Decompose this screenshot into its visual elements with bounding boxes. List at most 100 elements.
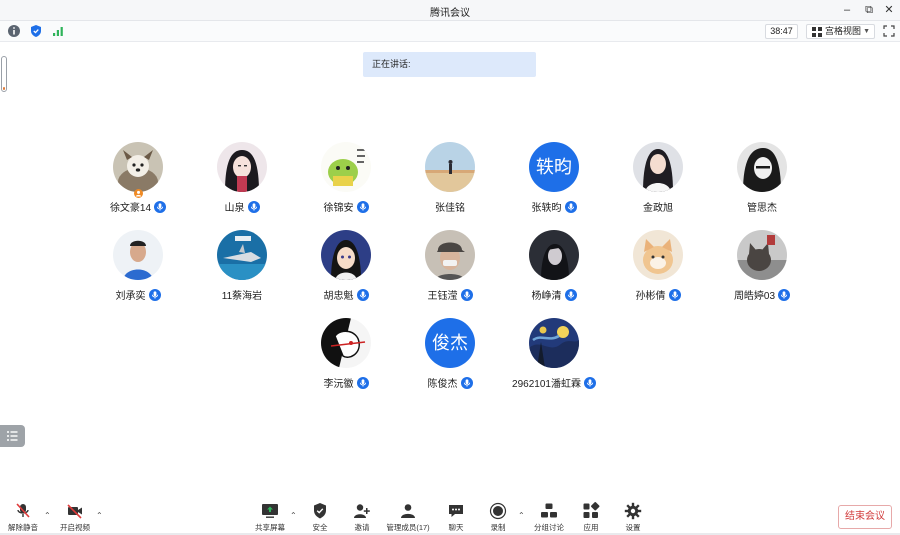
participant-name: 徐文豪14 [86, 199, 190, 214]
avatar [425, 142, 475, 192]
mic-icon [564, 201, 577, 213]
end-meeting-button[interactable]: 结束会议 [838, 505, 892, 529]
participant-tile[interactable]: 俊杰 陈俊杰 [398, 318, 502, 398]
settings-label: 设置 [625, 523, 641, 532]
participant-name: 11蔡海岩 [190, 287, 294, 302]
mic-icon [356, 289, 369, 301]
participant-tile[interactable]: 王钰滢 [398, 230, 502, 310]
settings-button[interactable]: 设置 [619, 502, 647, 534]
start-video-button[interactable]: 开启视频 [56, 502, 94, 534]
avatar [321, 230, 371, 280]
participant-tile[interactable]: 金政旭 [606, 142, 710, 222]
avatar [321, 318, 371, 368]
info-icon[interactable] [7, 24, 21, 38]
mic-icon [583, 377, 596, 389]
invite-button[interactable]: 邀请 [348, 502, 376, 534]
share-screen-button[interactable]: 共享屏幕 [252, 502, 288, 534]
avatar [529, 230, 579, 280]
mic-icon [778, 289, 791, 301]
bottom-toolbar: 解除静音 ⌃ 开启视频 ⌃ 共享屏幕 ⌃ 安全 邀请 管理成员(17) 聊天 录… [0, 498, 900, 535]
participant-name-text: 徐锦安 [323, 203, 354, 214]
participant-name: 王钰滢 [398, 287, 502, 302]
participant-tile[interactable]: 李沅徽 [294, 318, 398, 398]
mic-icon [356, 377, 369, 389]
participant-name-text: 徐文豪14 [109, 203, 152, 214]
security-button[interactable]: 安全 [306, 502, 334, 534]
close-button[interactable]: ✕ [880, 2, 898, 18]
participant-name: 杨峥清 [502, 287, 606, 302]
participant-tile[interactable]: 山泉 [190, 142, 294, 222]
video-off-icon [67, 504, 82, 519]
meeting-timer: 38:47 [765, 24, 798, 39]
mic-muted-icon [16, 503, 30, 518]
share-screen-icon [262, 504, 278, 518]
participant-tile[interactable]: 张佳铭 [398, 142, 502, 222]
apps-button[interactable]: 应用 [577, 502, 605, 534]
participant-name: 张佳铭 [398, 199, 502, 214]
grid-icon [812, 27, 822, 37]
mic-icon [247, 201, 260, 213]
avatar [633, 230, 683, 280]
participant-name-text: 张佳铭 [435, 203, 465, 214]
breakout-label: 分组讨论 [534, 523, 564, 532]
participant-name-text: 2962101潘虹霖 [512, 379, 581, 390]
avatar [737, 230, 787, 280]
record-label: 录制 [490, 523, 506, 532]
mic-icon [148, 289, 161, 301]
signal-icon[interactable] [51, 24, 65, 38]
meeting-window: 腾讯会议 – ⧉ ✕ 38:47 宫格视图 ▼ 正在讲话: 徐文豪14 山泉 徐… [0, 0, 900, 535]
record-button[interactable]: 录制 [484, 502, 512, 534]
invite-label: 邀请 [354, 523, 370, 532]
participant-tile[interactable]: 管思杰 [710, 142, 814, 222]
avatar [321, 142, 371, 192]
unmute-button[interactable]: 解除静音 [4, 502, 42, 534]
window-title: 腾讯会议 [430, 8, 470, 19]
avatar [113, 230, 163, 280]
participant-name: 周皓婷03 [710, 287, 814, 302]
minimize-button[interactable]: – [838, 2, 856, 18]
participant-name-text: 李沅徽 [323, 379, 354, 390]
mic-icon [460, 377, 473, 389]
mic-icon [564, 289, 577, 301]
side-list-button[interactable] [0, 425, 25, 447]
share-label: 共享屏幕 [255, 523, 285, 532]
participant-name: 孙彬倩 [606, 287, 710, 302]
record-icon [489, 502, 507, 520]
participant-tile[interactable]: 2962101潘虹霖 [502, 318, 606, 398]
participant-tile[interactable]: 刘承奕 [86, 230, 190, 310]
chevron-up-icon[interactable]: ⌃ [518, 512, 526, 520]
participant-tile[interactable]: 胡忠魁 [294, 230, 398, 310]
participant-tile[interactable]: 周皓婷03 [710, 230, 814, 310]
participant-tile[interactable]: 轶昀 张轶昀 [502, 142, 606, 222]
apps-icon [583, 502, 600, 518]
speaking-indicator: 正在讲话: [363, 52, 536, 77]
participant-tile[interactable]: 孙彬倩 [606, 230, 710, 310]
view-mode-label: 宫格视图 [825, 26, 862, 36]
participant-tile[interactable]: 杨峥清 [502, 230, 606, 310]
participant-name: 山泉 [190, 199, 294, 214]
participant-tile[interactable]: 11蔡海岩 [190, 230, 294, 310]
chevron-up-icon[interactable]: ⌃ [96, 512, 104, 520]
host-icon [134, 185, 143, 198]
participant-name-text: 山泉 [224, 203, 245, 214]
fullscreen-icon[interactable] [883, 25, 895, 37]
manage-members-button[interactable]: 管理成员(17) [384, 502, 432, 534]
participant-name: 陈俊杰 [398, 375, 502, 390]
restore-button[interactable]: ⧉ [860, 2, 878, 18]
participant-name-text: 陈俊杰 [427, 379, 458, 390]
chat-button[interactable]: 聊天 [442, 502, 470, 534]
breakout-icon [541, 503, 557, 518]
participant-tile[interactable]: 徐文豪14 [86, 142, 190, 222]
participant-name: 李沅徽 [294, 375, 398, 390]
view-mode-button[interactable]: 宫格视图 ▼ [806, 24, 875, 39]
shield-icon[interactable] [29, 24, 43, 38]
participant-tile[interactable]: 徐锦安 [294, 142, 398, 222]
participant-name: 刘承奕 [86, 287, 190, 302]
avatar [737, 142, 787, 192]
participant-name-text: 11蔡海岩 [221, 291, 263, 302]
breakout-button[interactable]: 分组讨论 [531, 502, 567, 534]
chevron-up-icon[interactable]: ⌃ [44, 512, 52, 520]
chevron-up-icon[interactable]: ⌃ [290, 512, 298, 520]
avatar [217, 230, 267, 280]
avatar [425, 230, 475, 280]
